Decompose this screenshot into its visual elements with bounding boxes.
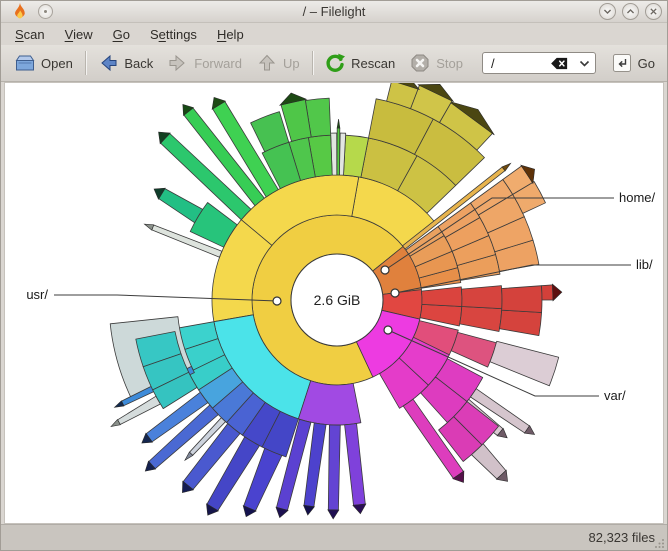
location-input[interactable]: / — [491, 56, 550, 71]
callout-anchor-usr — [272, 296, 282, 306]
dot-icon — [44, 10, 47, 13]
window-title: / – Filelight — [302, 4, 366, 19]
callout-label-lib: lib/ — [636, 257, 653, 272]
callout-anchor-lib — [390, 288, 400, 298]
chart-segment-tip — [336, 118, 341, 129]
chart-segment[interactable] — [336, 127, 341, 176]
rescan-button[interactable]: Rescan — [317, 49, 402, 77]
toolbar-separator — [311, 51, 313, 75]
menu-view[interactable]: View — [55, 25, 103, 44]
file-count-status: 82,323 files — [588, 530, 656, 545]
resize-grip[interactable] — [655, 538, 665, 548]
tool-bar: Open Back Forward Up Rescan Stop / Go — [1, 45, 667, 82]
chart-segment-tip — [352, 503, 367, 515]
chevron-down-icon — [579, 60, 589, 67]
clear-text-button[interactable] — [550, 57, 569, 70]
forward-button: Forward — [160, 49, 249, 77]
back-button[interactable]: Back — [90, 49, 160, 77]
title-bar: / – Filelight — [1, 1, 667, 23]
enter-key-icon — [612, 54, 631, 72]
chart-segment-tip — [303, 504, 315, 516]
close-icon — [650, 8, 657, 15]
up-button: Up — [249, 49, 307, 77]
chart-segment[interactable] — [421, 286, 463, 307]
chart-segment[interactable] — [158, 188, 204, 224]
open-folder-icon — [15, 55, 35, 71]
back-arrow-icon — [101, 54, 117, 72]
chart-segment-tip — [552, 283, 563, 302]
chart-segment[interactable] — [327, 424, 341, 511]
open-button[interactable]: Open — [7, 49, 80, 77]
chevron-down-icon — [603, 9, 612, 15]
minimize-button[interactable] — [599, 3, 616, 20]
filelight-app-icon — [15, 2, 25, 18]
menu-go[interactable]: Go — [103, 25, 140, 44]
go-button[interactable]: Go — [606, 51, 661, 75]
chart-segment[interactable] — [489, 340, 560, 387]
chart-segment[interactable] — [541, 284, 554, 301]
status-bar: 82,323 files — [1, 524, 667, 550]
backspace-clear-icon — [550, 57, 567, 69]
forward-arrow-icon — [169, 54, 186, 72]
stop-octagon-icon — [411, 54, 429, 72]
close-button[interactable] — [645, 3, 662, 20]
stop-button: Stop — [402, 49, 470, 77]
callout-anchor-home — [380, 265, 390, 275]
combobox-dropdown-button[interactable] — [575, 60, 590, 67]
callout-label-home: home/ — [619, 190, 656, 205]
chart-segment[interactable] — [461, 285, 503, 309]
up-arrow-icon — [258, 54, 276, 71]
menu-bar: Scan View Go Settings Help — [1, 23, 667, 45]
chart-segment[interactable] — [459, 306, 503, 332]
filelight-radial-map[interactable]: 2.6 GiB usr/home/lib/var/ — [5, 83, 664, 523]
location-combobox[interactable]: / — [481, 52, 596, 74]
menu-scan[interactable]: Scan — [5, 25, 55, 44]
radial-map-canvas: 2.6 GiB usr/home/lib/var/ — [4, 82, 664, 524]
chart-segment[interactable] — [499, 309, 542, 336]
chart-segment[interactable] — [344, 423, 366, 506]
menu-settings[interactable]: Settings — [140, 25, 207, 44]
filelight-window: / – Filelight Scan View Go Settings Help — [0, 0, 668, 551]
window-menu-button[interactable] — [38, 4, 53, 19]
rescan-refresh-icon — [326, 53, 346, 72]
chart-segment-tip — [327, 509, 340, 520]
window-controls — [593, 3, 662, 20]
chart-center-label: 2.6 GiB — [314, 292, 361, 308]
maximize-button[interactable] — [622, 3, 639, 20]
chart-segment-tip — [143, 223, 155, 231]
toolbar-separator — [84, 51, 86, 75]
menu-help[interactable]: Help — [207, 25, 254, 44]
callout-label-usr: usr/ — [26, 287, 48, 302]
callout-label-var: var/ — [604, 388, 626, 403]
callout-anchor-var — [383, 325, 393, 335]
chart-segment[interactable] — [501, 285, 543, 313]
chevron-up-icon — [626, 8, 635, 14]
